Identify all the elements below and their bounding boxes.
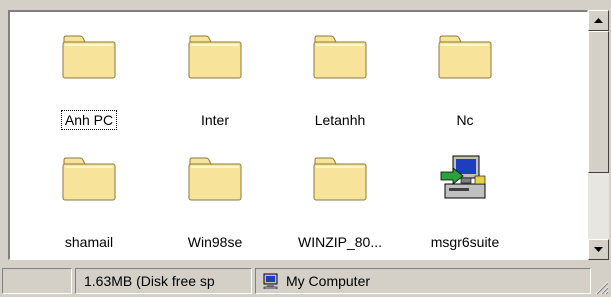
resize-grip-icon[interactable] — [593, 279, 609, 295]
folder-icon — [438, 35, 492, 79]
file-item-label[interactable]: Win98se — [185, 233, 245, 251]
file-item-label[interactable]: WINZIP_80... — [295, 233, 385, 251]
installer-icon[interactable] — [410, 142, 520, 202]
file-item-label[interactable]: Anh PC — [60, 110, 118, 130]
status-location-label: My Computer — [286, 273, 371, 289]
folder-icon — [62, 157, 116, 201]
status-location: My Computer — [255, 268, 591, 294]
file-item-label[interactable]: Nc — [453, 111, 476, 129]
folder-icon[interactable] — [160, 20, 270, 80]
status-panel-empty — [2, 268, 72, 294]
file-item[interactable]: Nc — [410, 20, 520, 130]
folder-icon[interactable] — [285, 142, 395, 202]
arrow-up-icon — [594, 18, 603, 23]
file-item-label[interactable]: shamail — [62, 233, 116, 251]
scroll-thumb[interactable] — [588, 31, 609, 173]
scroll-down-button[interactable] — [588, 239, 609, 260]
file-item-label[interactable]: msgr6suite — [428, 233, 502, 251]
folder-icon — [313, 35, 367, 79]
my-computer-icon — [263, 273, 278, 290]
folder-icon[interactable] — [34, 20, 144, 80]
file-item[interactable]: WINZIP_80... — [285, 142, 395, 252]
file-item[interactable]: Letanhh — [285, 20, 395, 130]
folder-icon — [62, 35, 116, 79]
explorer-window: Anh PC Inter Letanhh Nc shamail Win98se … — [0, 0, 611, 297]
file-item[interactable]: msgr6suite — [410, 142, 520, 252]
arrow-down-icon — [594, 247, 603, 252]
folder-icon — [188, 157, 242, 201]
file-item[interactable]: Win98se — [160, 142, 270, 252]
scroll-up-button[interactable] — [588, 10, 609, 31]
folder-icon[interactable] — [160, 142, 270, 202]
status-bar: 1.63MB (Disk free sp My Computer — [0, 264, 611, 297]
file-item-label[interactable]: Inter — [198, 111, 232, 129]
file-item-label[interactable]: Letanhh — [312, 111, 369, 129]
file-item[interactable]: Inter — [160, 20, 270, 130]
file-item[interactable]: shamail — [34, 142, 144, 252]
folder-icon[interactable] — [285, 20, 395, 80]
installer-icon — [440, 155, 486, 199]
folder-icon[interactable] — [34, 142, 144, 202]
file-item[interactable]: Anh PC — [34, 20, 144, 130]
folder-icon[interactable] — [410, 20, 520, 80]
vertical-scrollbar[interactable] — [588, 10, 609, 260]
folder-icon — [313, 157, 367, 201]
status-disk-info: 1.63MB (Disk free sp — [75, 268, 252, 294]
file-list-pane[interactable]: Anh PC Inter Letanhh Nc shamail Win98se … — [8, 10, 588, 260]
folder-icon — [188, 35, 242, 79]
